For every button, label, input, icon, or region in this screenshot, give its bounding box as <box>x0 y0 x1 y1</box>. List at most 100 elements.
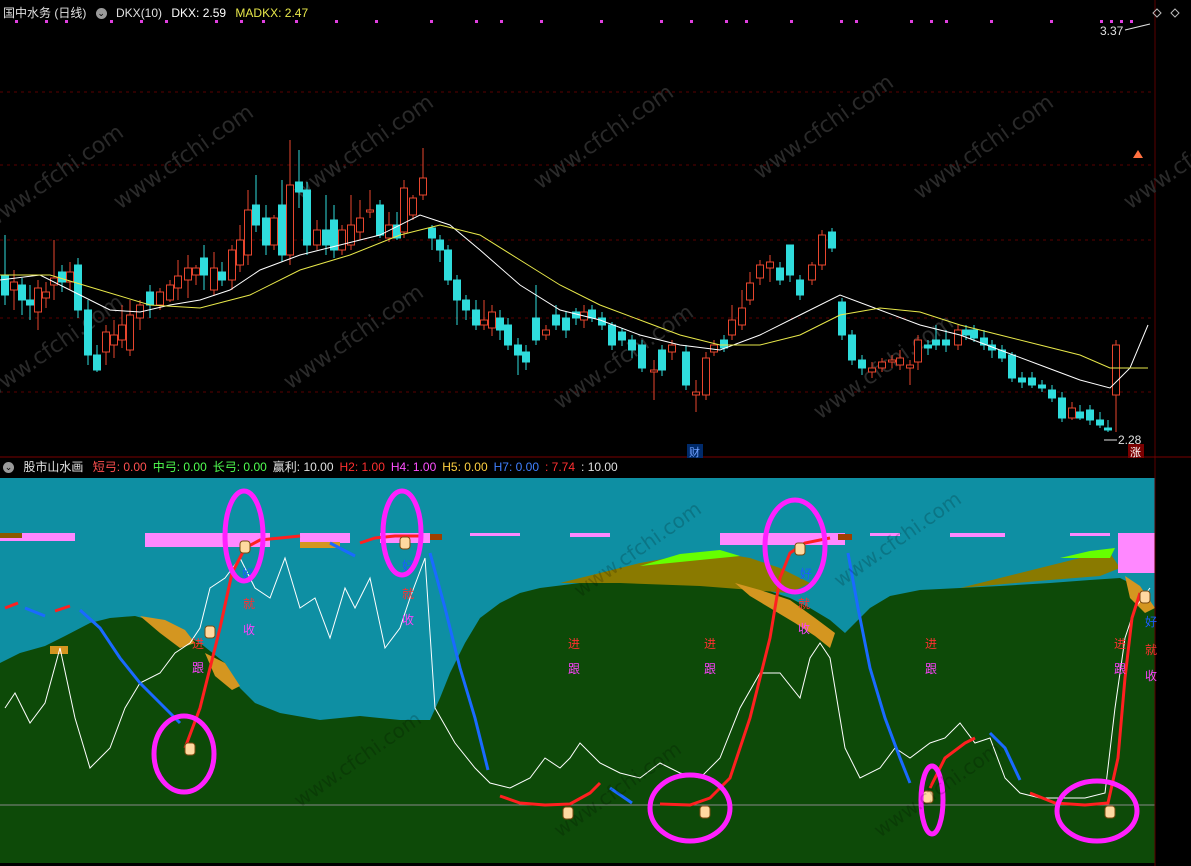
pointing-hand-icon <box>699 805 711 819</box>
legend-item: 赢利: 10.00 <box>272 460 334 474</box>
signal-text-1: 就 <box>798 597 810 611</box>
candle-body <box>858 359 866 369</box>
candle-body <box>496 317 504 331</box>
candle-body <box>628 339 636 351</box>
legend-item: H5: 0.00 <box>442 460 488 474</box>
candle-body <box>436 239 444 251</box>
indicator-panel[interactable]: 好就收进跟好就收进跟进跟好就收进跟进跟好就收 www.cfchi.com www.c… <box>0 458 1191 866</box>
watermark-text: www.cfchi.com <box>529 80 678 195</box>
signal-text-3: 进 <box>925 637 937 651</box>
signal-dot <box>855 20 858 23</box>
high-price-label: 3.37 <box>1100 24 1124 38</box>
candle-body <box>618 331 626 341</box>
candle-body <box>93 354 101 371</box>
candlestick-panel[interactable]: www.cfchi.com www.cfchi.com www.cfchi.com w… <box>0 0 1191 458</box>
brown-band <box>838 534 852 540</box>
candle-body <box>102 331 110 353</box>
pink-cloud <box>470 533 520 536</box>
signal-dot <box>990 20 993 23</box>
signal-dot <box>930 20 933 23</box>
candle-body <box>110 334 118 346</box>
signal-dot <box>600 20 603 23</box>
candle-body <box>480 319 488 326</box>
dkx-line <box>0 214 1149 389</box>
candle-body <box>462 299 470 311</box>
signal-dot <box>1100 20 1103 23</box>
candle-body <box>1058 397 1066 419</box>
signal-text-4: 跟 <box>704 662 716 676</box>
candle-body <box>26 299 34 306</box>
candle-body <box>542 329 550 336</box>
candle-body <box>322 229 330 246</box>
candle-body <box>682 351 690 386</box>
candle-body <box>356 217 364 233</box>
indicator-legend: 短弓: 0.00 中弓: 0.00 长弓: 0.00 赢利: 10.00 H2: 1.0… <box>93 460 624 474</box>
signal-text-1: 就 <box>1145 643 1157 657</box>
indicator-chart[interactable]: 好就收进跟好就收进跟进跟好就收进跟进跟好就收www.cfchi.com www.c… <box>0 458 1191 866</box>
candle-body <box>228 249 236 281</box>
candle-body <box>1008 354 1016 379</box>
pink-cloud <box>50 533 75 536</box>
candle-body <box>504 324 512 346</box>
candle-body <box>720 339 728 349</box>
legend-item: H2: 1.00 <box>339 460 385 474</box>
finance-marker: 财 <box>689 445 700 458</box>
candle-body <box>1096 419 1104 426</box>
candle-body <box>409 197 417 216</box>
signal-text-0: 好 <box>800 567 812 581</box>
signal-text-0: 好 <box>1145 615 1157 629</box>
candle-body <box>200 257 208 276</box>
candle-body <box>1076 411 1084 419</box>
candle-body <box>1 274 9 296</box>
candle-body <box>42 291 50 299</box>
indicator-title[interactable]: 股市山水画 <box>23 460 83 474</box>
candle-body <box>808 264 816 281</box>
diamond-icon <box>1152 8 1162 18</box>
candle-body <box>868 367 876 373</box>
candle-body <box>796 279 804 296</box>
candle-body <box>313 229 321 246</box>
signal-dot <box>335 20 338 23</box>
candle-body <box>295 181 303 193</box>
limit-up-marker: 涨 <box>1130 446 1141 458</box>
candle-body <box>924 344 932 349</box>
candle-body <box>428 227 436 239</box>
candle-body <box>338 229 346 251</box>
candle-body <box>18 284 26 301</box>
candle-body <box>453 279 461 301</box>
candlestick-chart[interactable]: www.cfchi.comwww.cfchi.com www.cfchi.com w… <box>0 0 1191 458</box>
pink-cloud <box>570 533 610 537</box>
brown-band <box>430 534 442 540</box>
candle-body <box>702 357 710 396</box>
candle-body <box>828 231 836 249</box>
signal-dot <box>1130 20 1133 23</box>
indicator-menu-icon[interactable]: ⌄ <box>3 462 14 474</box>
signal-dot <box>840 20 843 23</box>
signal-text-3: 进 <box>568 637 580 651</box>
candle-body <box>184 267 192 281</box>
candle-body <box>10 281 18 291</box>
candle-body <box>1104 427 1112 431</box>
candle-body <box>638 344 646 369</box>
candle-body <box>244 209 252 256</box>
candle-body <box>210 267 218 291</box>
pink-cloud <box>950 533 1005 537</box>
candle-body <box>932 339 940 346</box>
candle-body <box>728 319 736 336</box>
candle-body <box>376 204 384 236</box>
watermark-text: www.cfchi.com <box>749 70 898 185</box>
candle-body <box>522 351 530 363</box>
pointing-hand-icon <box>1104 805 1116 819</box>
settings-icon[interactable]: ⌄ <box>95 8 107 20</box>
indicator-name[interactable]: DKX(10) <box>116 6 162 20</box>
legend-item: 长弓: 0.00 <box>212 460 267 474</box>
watermark-text: www.cfchi.com <box>549 300 698 415</box>
candle-body <box>166 284 174 301</box>
watermark-text: www.cfchi.com <box>909 90 1058 205</box>
high-price-arrow <box>1124 23 1151 31</box>
signal-text-4: 跟 <box>568 662 580 676</box>
candle-body <box>692 391 700 396</box>
candle-body <box>236 239 244 266</box>
signal-text-2: 收 <box>1145 669 1157 683</box>
legend-item: : 7.74 <box>545 460 576 474</box>
